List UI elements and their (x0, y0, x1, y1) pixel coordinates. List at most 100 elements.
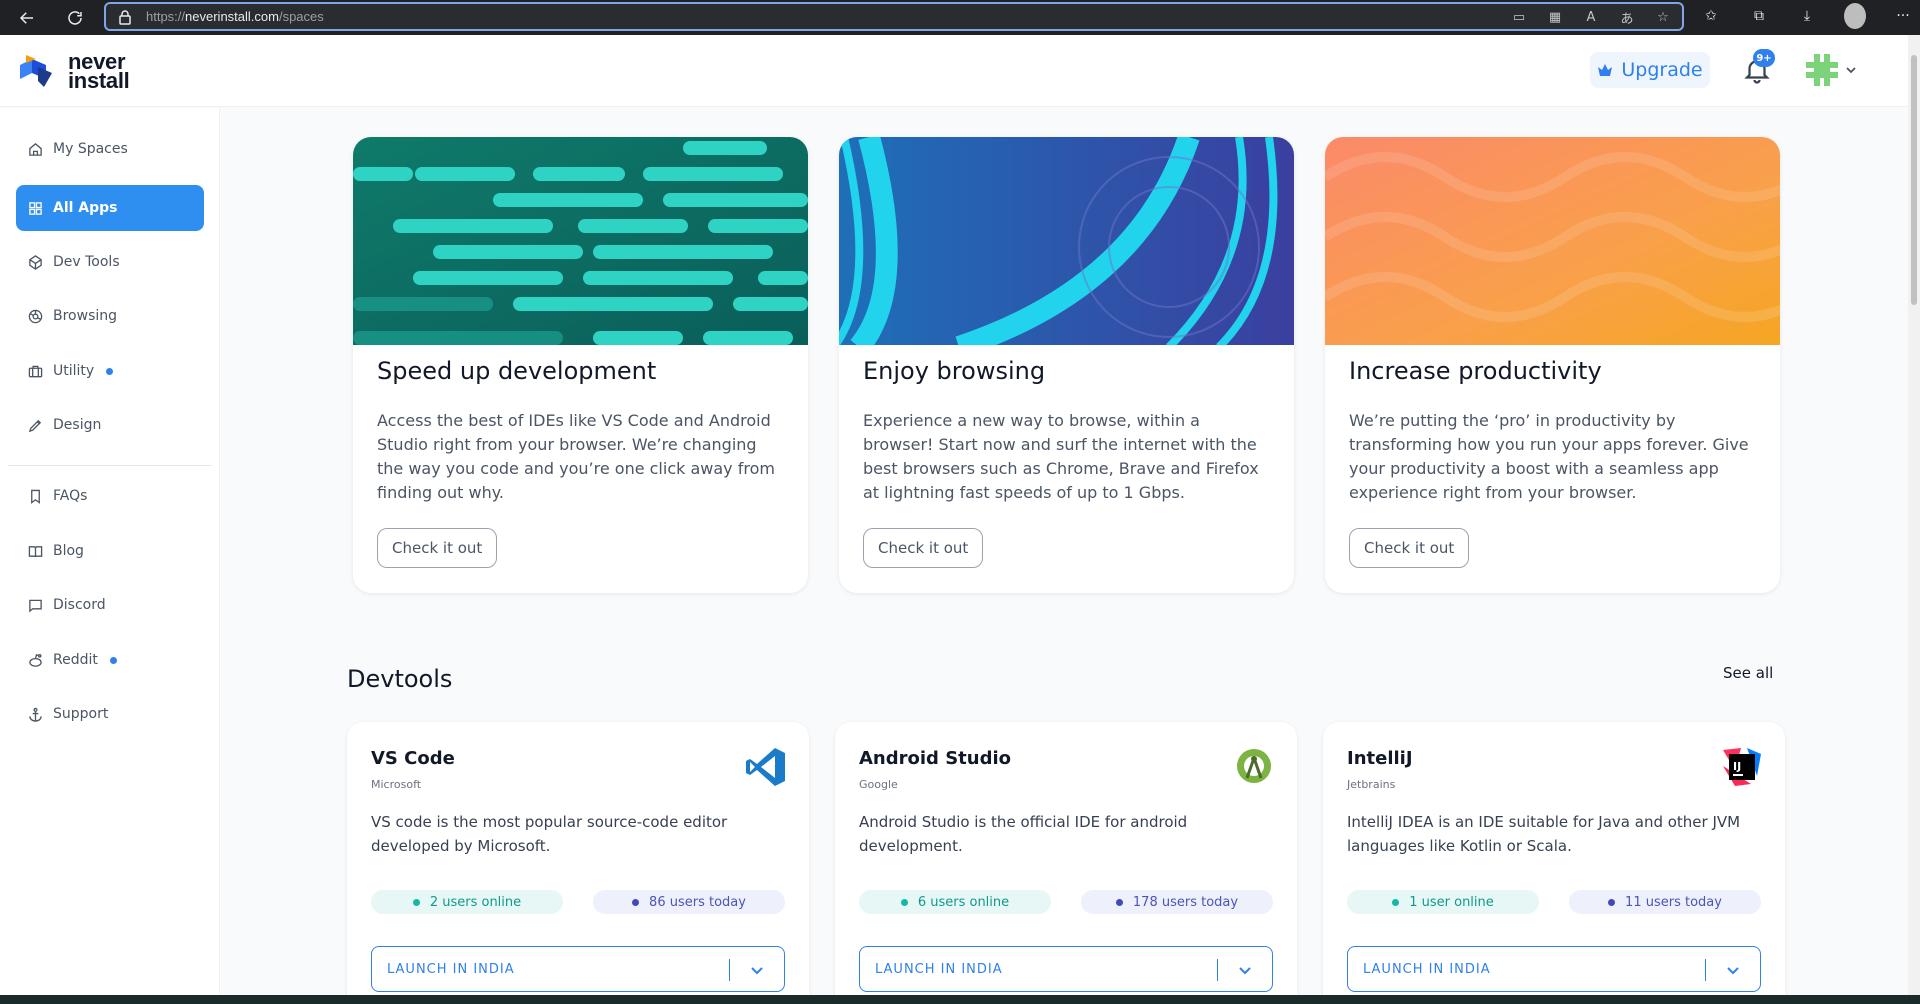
launch-dropdown-button[interactable]: LAUNCH IN INDIA (371, 946, 785, 992)
users-online-badge: 6 users online (859, 890, 1051, 914)
briefcase-icon (28, 364, 43, 379)
os-taskbar (0, 995, 1920, 1004)
download-icon[interactable]: ⤓ (1796, 3, 1818, 29)
bookmark-icon (28, 489, 43, 504)
app-vendor: Microsoft (371, 778, 422, 791)
launch-dropdown-button[interactable]: LAUNCH IN INDIA (859, 946, 1273, 992)
sidebar-item-utility[interactable]: Utility (16, 349, 204, 393)
logo-text: never install (68, 49, 130, 93)
sidebar-item-faqs[interactable]: FAQs (16, 474, 204, 518)
app-description: VS code is the most popular source-code … (371, 813, 728, 855)
more-icon[interactable]: ··· (1892, 3, 1914, 29)
intellij-icon: IJ (1723, 748, 1761, 786)
browser-chrome: https://neverinstall.com/spaces ▭ ▦ A あ … (0, 0, 1920, 35)
browsing-banner-image (839, 137, 1294, 345)
device-icon[interactable]: ▭ (1510, 8, 1528, 26)
sidebar-item-browsing[interactable]: Browsing (16, 294, 204, 338)
feature-title: Speed up development (377, 357, 657, 385)
notification-badge: 9+ (1753, 49, 1775, 67)
development-banner-image (353, 137, 808, 345)
users-online-badge: 2 users online (371, 890, 563, 914)
sidebar-item-reddit[interactable]: Reddit (16, 638, 204, 682)
sidebar-divider (8, 465, 212, 466)
app-card-vscode[interactable]: VS Code Microsoft VS code is the most po… (347, 722, 809, 1002)
book-icon (28, 544, 43, 559)
url-text: https://neverinstall.com/spaces (146, 9, 324, 24)
profile-icon[interactable] (1844, 3, 1866, 29)
feature-card-productivity: Increase productivity We’re putting the … (1325, 137, 1780, 593)
check-it-out-button[interactable]: Check it out (377, 528, 498, 568)
app-vendor: Google (859, 778, 898, 791)
address-bar[interactable]: https://neverinstall.com/spaces ▭ ▦ A あ … (104, 2, 1684, 31)
launch-label: LAUNCH IN INDIA (1363, 961, 1491, 977)
upgrade-button[interactable]: Upgrade (1590, 52, 1710, 88)
back-icon[interactable] (12, 3, 42, 33)
sidebar-item-dev-tools[interactable]: Dev Tools (16, 240, 204, 284)
productivity-banner-image (1325, 137, 1780, 345)
sidebar: My Spaces All Apps Dev Tools Browsing Ut… (0, 108, 220, 995)
avatar[interactable] (1806, 54, 1838, 86)
app-name: VS Code (371, 748, 455, 769)
refresh-icon[interactable] (60, 3, 90, 33)
app-description: Android Studio is the official IDE for a… (859, 813, 1188, 855)
logo[interactable]: never install (18, 49, 130, 93)
feature-card-browsing: Enjoy browsing Experience a new way to b… (839, 137, 1294, 593)
launch-dropdown-button[interactable]: LAUNCH IN INDIA (1347, 946, 1761, 992)
check-it-out-button[interactable]: Check it out (1349, 528, 1470, 568)
svg-text:IJ: IJ (1733, 760, 1741, 773)
app-name: IntelliJ (1347, 748, 1413, 769)
collections-icon[interactable]: ⧉ (1748, 3, 1770, 29)
sidebar-item-design[interactable]: Design (16, 403, 204, 447)
app-header: never install Upgrade 9+ (0, 35, 1908, 107)
pen-icon (28, 418, 43, 433)
app-name: Android Studio (859, 748, 1011, 769)
logo-icon (20, 55, 52, 87)
launch-label: LAUNCH IN INDIA (387, 961, 515, 977)
favorites-icon[interactable]: ✩ (1700, 3, 1722, 29)
app-vendor: Jetbrains (1347, 778, 1396, 791)
chevron-down-icon[interactable] (1844, 63, 1858, 77)
grid-icon (28, 201, 43, 216)
section-title-devtools: Devtools (347, 665, 453, 693)
chevron-down-icon[interactable] (1724, 961, 1742, 979)
sidebar-item-support[interactable]: Support (16, 692, 204, 736)
sidebar-item-blog[interactable]: Blog (16, 529, 204, 573)
app-description: IntelliJ IDEA is an IDE suitable for Jav… (1347, 813, 1741, 855)
check-it-out-button[interactable]: Check it out (863, 528, 984, 568)
reddit-icon (28, 653, 43, 668)
read-aloud-icon[interactable]: A (1582, 8, 1600, 26)
home-icon (28, 142, 43, 157)
feature-description: Access the best of IDEs like VS Code and… (377, 411, 775, 502)
cube-icon (28, 254, 43, 270)
chevron-down-icon[interactable] (1236, 961, 1254, 979)
chat-icon (28, 598, 43, 613)
chevron-down-icon[interactable] (748, 961, 766, 979)
scrollbar[interactable] (1908, 35, 1920, 995)
crown-icon (1598, 64, 1613, 76)
users-today-badge: 11 users today (1569, 890, 1761, 914)
users-today-badge: 86 users today (593, 890, 785, 914)
feature-description: Experience a new way to browse, within a… (863, 411, 1259, 502)
qr-icon[interactable]: ▦ (1546, 8, 1564, 26)
feature-description: We’re putting the ‘pro’ in productivity … (1349, 411, 1749, 502)
anchor-icon (28, 707, 43, 722)
vscode-icon (746, 748, 785, 786)
users-online-badge: 1 user online (1347, 890, 1539, 914)
add-favorite-icon[interactable]: ☆ (1654, 8, 1672, 26)
sidebar-item-discord[interactable]: Discord (16, 583, 204, 627)
see-all-link[interactable]: See all (1723, 664, 1773, 682)
translate-icon[interactable]: あ (1618, 8, 1636, 27)
app-card-android-studio[interactable]: Android Studio Google Android Studio is … (835, 722, 1297, 1002)
feature-card-development: Speed up development Access the best of … (353, 137, 808, 593)
app-card-intellij[interactable]: IntelliJ Jetbrains IJ IntelliJ IDEA is a… (1323, 722, 1785, 1002)
feature-title: Enjoy browsing (863, 357, 1046, 385)
browser-icon (28, 309, 43, 324)
sidebar-item-all-apps[interactable]: All Apps (16, 185, 204, 231)
sidebar-item-my-spaces[interactable]: My Spaces (16, 127, 204, 171)
new-indicator-dot (109, 656, 117, 664)
upgrade-label: Upgrade (1621, 59, 1703, 81)
users-today-badge: 178 users today (1081, 890, 1273, 914)
launch-label: LAUNCH IN INDIA (875, 961, 1003, 977)
feature-title: Increase productivity (1349, 357, 1602, 385)
lock-icon (118, 9, 134, 25)
